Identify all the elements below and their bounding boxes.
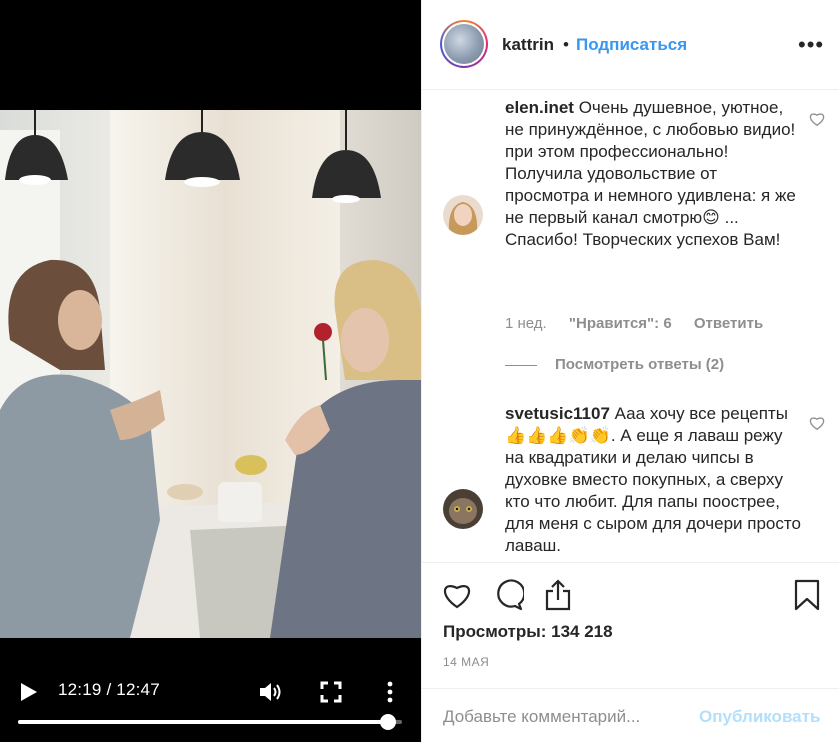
- view-replies-button[interactable]: Посмотреть ответы (2): [505, 356, 724, 373]
- publish-button[interactable]: Опубликовать: [699, 707, 820, 727]
- comment-text: Очень душевное, уютное, не принуждённое,…: [505, 98, 796, 249]
- heart-icon[interactable]: [809, 415, 827, 431]
- bookmark-icon[interactable]: [793, 579, 825, 611]
- vertical-dots-icon[interactable]: [380, 678, 400, 706]
- video-time: 12:19 / 12:47: [58, 680, 160, 699]
- volume-icon[interactable]: [256, 678, 286, 706]
- post-actions: Просмотры: 134 218 14 МАЯ: [422, 562, 839, 680]
- add-comment-bar: Опубликовать: [422, 688, 839, 742]
- heart-icon[interactable]: [809, 111, 827, 127]
- play-icon[interactable]: [16, 680, 42, 704]
- replies-divider: [505, 364, 537, 366]
- view-replies-label: Посмотреть ответы (2): [555, 356, 725, 373]
- follow-button[interactable]: Подписаться: [576, 35, 687, 55]
- heart-icon[interactable]: [441, 579, 473, 611]
- comment-likes[interactable]: "Нравится": 6: [569, 315, 672, 332]
- more-options-icon[interactable]: •••: [798, 32, 824, 58]
- fullscreen-icon[interactable]: [318, 679, 344, 705]
- video-progress-fill: [18, 720, 389, 724]
- video-frame[interactable]: [0, 110, 421, 638]
- comment-icon[interactable]: [492, 579, 526, 611]
- video-progress-bar[interactable]: [18, 714, 402, 730]
- views-count[interactable]: Просмотры: 134 218: [443, 622, 613, 642]
- commenter-avatar[interactable]: [443, 195, 483, 235]
- video-player[interactable]: 12:19 / 12:47: [0, 0, 421, 742]
- comment-input[interactable]: [443, 707, 683, 727]
- reply-button[interactable]: Ответить: [694, 315, 763, 332]
- header-separator: •: [563, 35, 569, 54]
- comment-text: Ааа хочу все рецепты👍👍👍👏👏. А еще я лаваш…: [505, 404, 801, 555]
- comment-username[interactable]: svetusic1107: [505, 404, 610, 423]
- video-controls: 12:19 / 12:47: [0, 660, 421, 742]
- author-avatar[interactable]: [440, 20, 488, 68]
- post-header: kattrin • Подписаться •••: [422, 0, 839, 90]
- comments-list[interactable]: elen.inet Очень душевное, уютное, не при…: [422, 91, 839, 561]
- post-side-panel: kattrin • Подписаться ••• elen.inet Очен…: [421, 0, 839, 742]
- post-date[interactable]: 14 МАЯ: [443, 655, 489, 669]
- author-username[interactable]: kattrin: [502, 35, 554, 55]
- video-still-image: [0, 110, 421, 638]
- comment-time[interactable]: 1 нед.: [505, 315, 547, 332]
- share-icon[interactable]: [543, 579, 575, 611]
- comment-username[interactable]: elen.inet: [505, 98, 574, 117]
- comment-meta: 1 нед. "Нравится": 6 Ответить: [505, 315, 781, 332]
- video-progress-knob[interactable]: [380, 714, 397, 730]
- commenter-avatar[interactable]: [443, 489, 483, 529]
